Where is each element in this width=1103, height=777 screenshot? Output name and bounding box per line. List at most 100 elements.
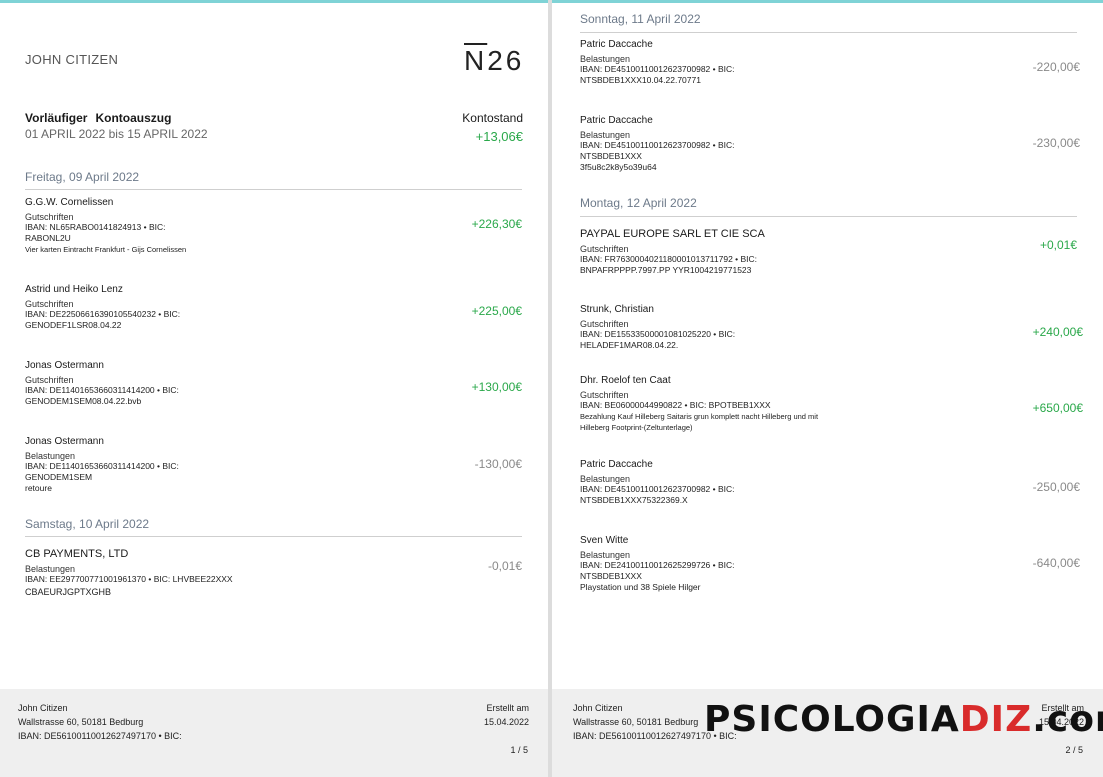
transaction-bic: NTSBDEB1XXX: [580, 571, 642, 581]
transaction-name: Jonas Ostermann: [25, 436, 104, 447]
account-holder-name: JOHN CITIZEN: [25, 52, 119, 67]
footer-iban: IBAN: DE56100110012627497170 • BIC:: [18, 731, 182, 741]
transaction-type: Gutschriften: [580, 244, 629, 254]
transaction: Dhr. Roelof ten Caat Gutschriften IBAN: …: [580, 375, 1083, 433]
transaction-amount: +226,30€: [471, 217, 522, 231]
day-header: Montag, 12 April 2022: [580, 196, 697, 210]
transaction-name: Strunk, Christian: [580, 304, 654, 315]
transaction-name: Patric Daccache: [580, 39, 653, 50]
transaction-amount: +225,00€: [471, 304, 522, 318]
transaction-name: CB PAYMENTS, LTD: [25, 548, 129, 560]
statement-title: Vorläufiger Kontoauszug: [25, 111, 179, 125]
transaction-bic: GENODEM1SEM08.04.22.bvb: [25, 396, 142, 406]
transaction-iban: IBAN: DE15533500001081025220 • BIC:: [580, 329, 736, 339]
transaction-type: Gutschriften: [580, 390, 629, 400]
transaction-name: PAYPAL EUROPE SARL ET CIE SCA: [580, 228, 765, 240]
transaction-amount: -220,00€: [1032, 60, 1080, 74]
day-header: Sonntag, 11 April 2022: [580, 12, 701, 26]
transaction-iban: IBAN: DE11401653660311414200 • BIC:: [25, 385, 179, 395]
transaction-amount: +650,00€: [1032, 401, 1083, 415]
transaction: Jonas Ostermann Belastungen IBAN: DE1140…: [25, 436, 522, 494]
transaction-iban: IBAN: DE45100110012623700982 • BIC:: [580, 140, 735, 150]
transaction: Astrid und Heiko Lenz Gutschriften IBAN:…: [25, 284, 522, 331]
transaction-amount: +240,00€: [1032, 325, 1083, 339]
page-footer: John Citizen Wallstrasse 60, 50181 Bedbu…: [0, 689, 548, 777]
statement-period: 01 APRIL 2022 bis 15 APRIL 2022: [25, 127, 208, 141]
watermark: PSICOLOGIADIZ.com: [704, 699, 1103, 740]
transaction-name: Patric Daccache: [580, 115, 653, 126]
transaction-type: Belastungen: [580, 474, 631, 484]
divider: [25, 189, 522, 190]
transaction-name: G.G.W. Cornelissen: [25, 197, 114, 208]
n26-logo: N26: [464, 45, 525, 76]
transaction-amount: -640,00€: [1032, 556, 1080, 570]
footer-created-date: 15.04.2022: [483, 717, 529, 727]
transaction-reference-2: Hilleberg Footprint-(Zeltunterlage): [580, 423, 693, 432]
page-number: 2 / 5: [1065, 745, 1083, 755]
transaction: Strunk, Christian Gutschriften IBAN: DE1…: [580, 304, 1083, 351]
transaction-name: Astrid und Heiko Lenz: [25, 284, 123, 295]
transaction: Jonas Ostermann Gutschriften IBAN: DE114…: [25, 360, 522, 407]
transaction-amount: -230,00€: [1032, 136, 1080, 150]
footer-name: John Citizen: [18, 703, 68, 713]
transaction-type: Gutschriften: [25, 375, 74, 385]
transaction-name: Patric Daccache: [580, 459, 653, 470]
title-word-1: Vorläufiger: [25, 111, 88, 125]
watermark-part-3: .com: [1032, 699, 1103, 740]
title-word-2: Kontoauszug: [95, 111, 172, 125]
balance-label: Kontostand: [462, 111, 523, 125]
balance-value: +13,06€: [475, 129, 523, 144]
transaction-iban: IBAN: DE45100110012623700982 • BIC:: [580, 484, 735, 494]
transaction-reference: CBAEURJGPTXGHB: [25, 587, 112, 597]
transaction-type: Belastungen: [580, 54, 631, 64]
transaction-name: Dhr. Roelof ten Caat: [580, 375, 671, 386]
watermark-part-1: PSICOLOGIA: [704, 699, 960, 740]
transaction-type: Gutschriften: [580, 319, 629, 329]
page-number: 1 / 5: [510, 745, 528, 755]
transaction: Patric Daccache Belastungen IBAN: DE4510…: [580, 459, 1080, 506]
transaction-bic: BNPAFRPPPP.7997.PP YYR1004219771523: [580, 265, 752, 275]
transaction: PAYPAL EUROPE SARL ET CIE SCA Gutschrift…: [580, 228, 1080, 276]
transaction: Patric Daccache Belastungen IBAN: DE4510…: [580, 115, 1080, 173]
statement-page-1: JOHN CITIZEN N26 Vorläufiger Kontoauszug …: [0, 3, 548, 777]
transaction-iban: IBAN: DE22506616390105540232 • BIC:: [25, 309, 181, 319]
transaction-name: Sven Witte: [580, 535, 629, 546]
transaction-iban: IBAN: FR7630004021180001013711792 • BIC:: [580, 254, 758, 264]
divider: [580, 216, 1077, 217]
transaction-type: Gutschriften: [25, 212, 74, 222]
transaction-iban: IBAN: EE297700771001961370 • BIC: LHVBEE…: [25, 574, 233, 584]
transaction: Sven Witte Belastungen IBAN: DE241001100…: [580, 535, 1080, 593]
statement-page-2: Sonntag, 11 April 2022 Patric Daccache B…: [552, 3, 1103, 777]
transaction-reference: Playstation und 38 Spiele Hilger: [580, 582, 701, 592]
transaction-name: Jonas Ostermann: [25, 360, 104, 371]
divider: [580, 32, 1077, 33]
footer-address: Wallstrasse 60, 50181 Bedburg: [573, 717, 699, 727]
transaction-type: Belastungen: [580, 130, 631, 140]
transaction-reference: 3f5u8c2k8y5o39u64: [580, 162, 657, 172]
transaction-amount: +130,00€: [471, 380, 522, 394]
watermark-part-2: DIZ: [959, 699, 1033, 740]
footer-address: Wallstrasse 60, 50181 Bedburg: [18, 717, 144, 727]
transaction-bic: NTSBDEB1XXX10.04.22.70771: [580, 75, 701, 85]
transaction-reference: Vier karten Eintracht Frankfurt - Gijs C…: [25, 245, 187, 254]
transaction-iban: IBAN: BE06000044990822 • BIC: BPOTBEB1XX…: [580, 400, 771, 410]
transaction-type: Gutschriften: [25, 299, 74, 309]
transaction-bic: NTSBDEB1XXX: [580, 151, 642, 161]
transaction-bic: GENODEF1LSR08.04.22: [25, 320, 122, 330]
transaction-amount: +0,01€: [1039, 238, 1077, 252]
transaction: Patric Daccache Belastungen IBAN: DE4510…: [580, 39, 1080, 86]
divider: [25, 536, 522, 537]
transaction-type: Belastungen: [25, 564, 76, 574]
transaction-type: Belastungen: [580, 550, 631, 560]
transaction: G.G.W. Cornelissen Gutschriften IBAN: NL…: [25, 197, 522, 255]
transaction-iban: IBAN: DE45100110012623700982 • BIC:: [580, 64, 735, 74]
footer-name: John Citizen: [573, 703, 623, 713]
transaction: CB PAYMENTS, LTD Belastungen IBAN: EE297…: [25, 548, 522, 598]
transaction-bic: GENODEM1SEM: [25, 472, 93, 482]
day-header: Freitag, 09 April 2022: [25, 170, 140, 184]
transaction-iban: IBAN: DE24100110012625299726 • BIC:: [580, 560, 735, 570]
transaction-reference: retoure: [25, 483, 52, 493]
transaction-amount: -130,00€: [474, 457, 522, 471]
transaction-bic: RABONL2U: [25, 233, 71, 243]
transaction-iban: IBAN: DE11401653660311414200 • BIC:: [25, 461, 179, 471]
